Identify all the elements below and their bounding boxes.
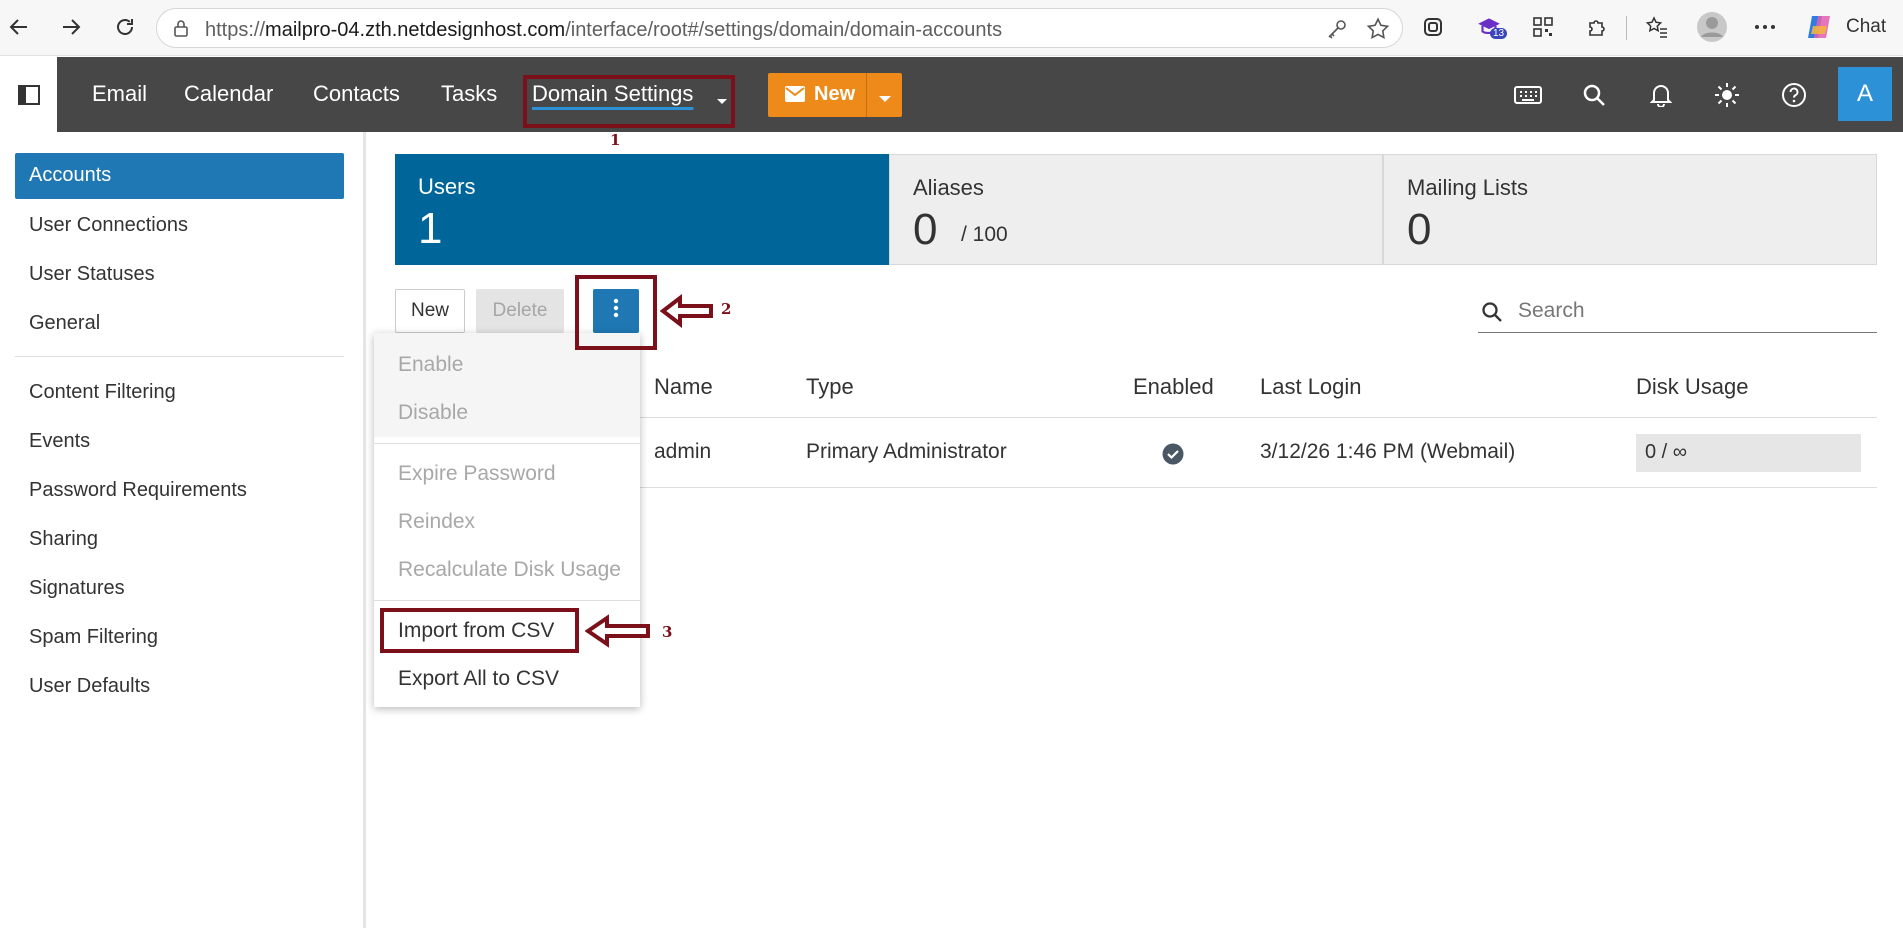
sidebar-toggle-icon[interactable] — [0, 57, 57, 132]
qr-code-icon[interactable] — [1528, 12, 1558, 42]
compose-new-label: New — [814, 83, 856, 105]
search-icon[interactable] — [1574, 75, 1614, 115]
sidebar-divider — [15, 356, 344, 357]
forward-icon[interactable] — [54, 10, 88, 44]
refresh-icon[interactable] — [108, 10, 142, 44]
chat-label[interactable]: Chat — [1846, 16, 1886, 38]
menu-item-export-all-to-csv[interactable]: Export All to CSV — [398, 667, 559, 691]
browser-toolbar: https://mailpro-04.zth.netdesignhost.com… — [0, 0, 1903, 56]
extension-icon[interactable] — [1418, 12, 1448, 42]
sidebar-item-user-defaults[interactable]: User Defaults — [29, 675, 150, 698]
users-stat-card[interactable]: Users 1 — [395, 154, 889, 265]
disk-usage-bar: 0 / ∞ — [1636, 434, 1861, 472]
key-icon[interactable] — [1325, 17, 1349, 46]
envelope-icon — [784, 85, 806, 108]
highlight-box-import-csv — [380, 608, 579, 653]
enabled-check-icon — [1162, 443, 1184, 470]
stat-label: Aliases — [913, 175, 984, 200]
stat-value: 0 — [1407, 205, 1432, 254]
annotation-arrow-icon — [584, 614, 653, 653]
search-input[interactable]: Search — [1478, 291, 1877, 333]
help-icon[interactable] — [1774, 75, 1814, 115]
column-header-name[interactable]: Name — [654, 374, 713, 400]
sidebar-item-spam-filtering[interactable]: Spam Filtering — [29, 626, 158, 649]
settings-sidebar: Accounts User Connections User Statuses … — [0, 132, 366, 928]
stat-suffix: / 100 — [961, 223, 1008, 246]
profile-avatar-icon[interactable] — [1695, 10, 1729, 44]
menu-item-recalculate-disk-usage[interactable]: Recalculate Disk Usage — [398, 558, 621, 582]
menu-item-reindex[interactable]: Reindex — [398, 510, 475, 534]
sidebar-item-signatures[interactable]: Signatures — [29, 577, 125, 600]
annotation-arrow-icon — [659, 293, 716, 333]
menu-separator — [374, 600, 640, 601]
toolbar-divider — [1626, 16, 1627, 40]
stat-label: Users — [418, 174, 476, 199]
nav-calendar[interactable]: Calendar — [184, 81, 273, 107]
highlight-box-domain-settings — [523, 75, 735, 128]
sidebar-item-accounts[interactable]: Accounts — [15, 153, 344, 199]
keyboard-icon[interactable] — [1508, 75, 1548, 115]
stat-value: 1 — [418, 204, 443, 253]
sidebar-item-user-statuses[interactable]: User Statuses — [29, 263, 155, 286]
cell-name: admin — [654, 440, 712, 463]
mailing-lists-stat-card[interactable]: Mailing Lists 0 — [1383, 154, 1877, 265]
menu-item-disable[interactable]: Disable — [398, 401, 468, 425]
bell-icon[interactable] — [1641, 75, 1681, 115]
nav-email[interactable]: Email — [92, 81, 147, 107]
notification-badge: 13 — [1490, 28, 1508, 39]
chevron-down-icon[interactable] — [878, 91, 892, 109]
more-options-icon[interactable] — [1750, 12, 1780, 42]
menu-separator — [374, 443, 640, 444]
annotation-number: 1 — [610, 131, 621, 149]
column-header-enabled[interactable]: Enabled — [1133, 374, 1214, 400]
copilot-icon[interactable] — [1804, 12, 1834, 47]
delete-button[interactable]: Delete — [476, 289, 564, 333]
sidebar-item-content-filtering[interactable]: Content Filtering — [29, 381, 176, 404]
user-avatar[interactable]: A — [1838, 67, 1892, 121]
highlight-box-more-actions — [575, 275, 657, 350]
nav-contacts[interactable]: Contacts — [313, 81, 400, 107]
table-row-divider — [640, 487, 1877, 488]
address-bar[interactable]: https://mailpro-04.zth.netdesignhost.com… — [156, 8, 1403, 48]
education-icon[interactable]: 13 — [1474, 12, 1508, 42]
column-header-disk-usage[interactable]: Disk Usage — [1636, 374, 1748, 400]
annotation-number: 3 — [662, 623, 673, 641]
theme-brightness-icon[interactable] — [1707, 75, 1747, 115]
sidebar-item-password-requirements[interactable]: Password Requirements — [29, 479, 247, 502]
sidebar-item-general[interactable]: General — [29, 312, 100, 335]
stat-label: Mailing Lists — [1407, 175, 1529, 200]
sidebar-item-user-connections[interactable]: User Connections — [29, 214, 188, 237]
aliases-stat-card[interactable]: Aliases 0 / 100 — [889, 154, 1383, 265]
star-icon[interactable] — [1365, 16, 1391, 47]
column-header-last-login[interactable]: Last Login — [1260, 374, 1362, 400]
stat-value: 0 — [913, 205, 938, 254]
compose-new-button[interactable]: New — [768, 73, 902, 117]
cell-last-login: 3/12/26 1:46 PM (Webmail) — [1260, 440, 1516, 463]
nav-tasks[interactable]: Tasks — [441, 81, 497, 107]
lock-icon[interactable] — [171, 18, 191, 43]
search-placeholder: Search — [1518, 299, 1585, 322]
cell-disk-usage: 0 / ∞ — [1645, 441, 1688, 463]
split-divider — [866, 73, 867, 117]
back-icon[interactable] — [2, 10, 36, 44]
annotation-number: 2 — [721, 300, 732, 318]
search-icon — [1481, 301, 1503, 328]
menu-item-expire-password[interactable]: Expire Password — [398, 462, 556, 486]
sidebar-item-label: Accounts — [29, 164, 112, 186]
cell-type: Primary Administrator — [806, 440, 1007, 463]
favorites-icon[interactable] — [1642, 12, 1672, 42]
new-user-button[interactable]: New — [395, 289, 465, 333]
puzzle-icon[interactable] — [1582, 12, 1612, 42]
app-header: Email Calendar Contacts Tasks Domain Set… — [0, 57, 1903, 132]
url-text: https://mailpro-04.zth.netdesignhost.com… — [205, 19, 1003, 41]
column-header-type[interactable]: Type — [806, 374, 854, 400]
sidebar-item-events[interactable]: Events — [29, 430, 90, 453]
sidebar-item-sharing[interactable]: Sharing — [29, 528, 98, 551]
menu-item-enable[interactable]: Enable — [398, 353, 463, 377]
